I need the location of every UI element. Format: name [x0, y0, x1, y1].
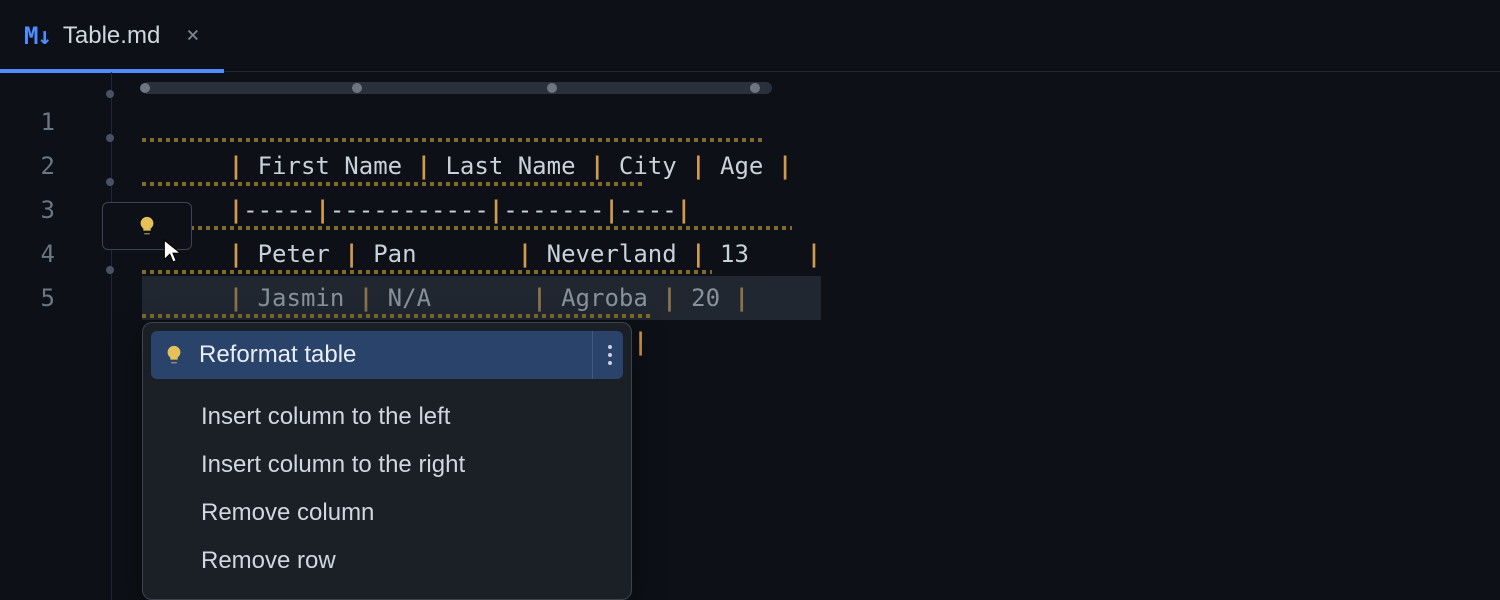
intention-item-reformat-table[interactable]: Reformat table [151, 331, 623, 379]
code-line[interactable]: | First Name | Last Name | City | Age | [142, 100, 821, 144]
line-number-gutter: 1 2 3 4 5 [0, 72, 112, 600]
intention-item-remove-column[interactable]: Remove column [151, 489, 623, 537]
editor: 1 2 3 4 5 | First Name | Last Name | Cit… [0, 72, 1500, 600]
tab-filename: Table.md [63, 22, 160, 50]
line-number: 3 [0, 188, 111, 232]
line-number: 4 [0, 232, 111, 276]
intention-item-label: Remove column [201, 499, 374, 527]
intention-item-label: Insert column to the left [201, 403, 450, 431]
code-line[interactable]: |-----|-----------|-------|----| [142, 144, 821, 188]
lightbulb-icon [163, 344, 185, 366]
editor-tab[interactable]: M↓ Table.md × [0, 0, 224, 72]
code-line-selected[interactable]: | Jack | Sparrow | N/A | 40 | [142, 276, 821, 320]
intention-item-insert-right[interactable]: Insert column to the right [151, 441, 623, 489]
kebab-icon[interactable] [592, 331, 613, 379]
intention-item-label: Insert column to the right [201, 451, 465, 479]
line-number: 1 [0, 100, 111, 144]
markdown-icon: M↓ [24, 22, 51, 50]
code-area[interactable]: | First Name | Last Name | City | Age | … [112, 72, 821, 600]
mouse-cursor-icon [160, 238, 186, 264]
intention-item-label: Remove row [201, 547, 336, 575]
line-number: 5 [0, 276, 111, 320]
intention-item-remove-row[interactable]: Remove row [151, 537, 623, 585]
close-icon[interactable]: × [186, 25, 199, 47]
intention-item-insert-left[interactable]: Insert column to the left [151, 393, 623, 441]
tab-bar: M↓ Table.md × [0, 0, 1500, 72]
code-line[interactable]: | Peter | Pan | Neverland | 13 | [142, 188, 821, 232]
line-number: 2 [0, 144, 111, 188]
table-column-bar[interactable] [142, 82, 772, 94]
intention-item-label: Reformat table [199, 341, 356, 369]
code-line[interactable]: | Jasmin | N/A | Agroba | 20 | [142, 232, 821, 276]
lightbulb-icon [136, 215, 158, 237]
intention-popup: Reformat table Insert column to the left… [142, 322, 632, 600]
